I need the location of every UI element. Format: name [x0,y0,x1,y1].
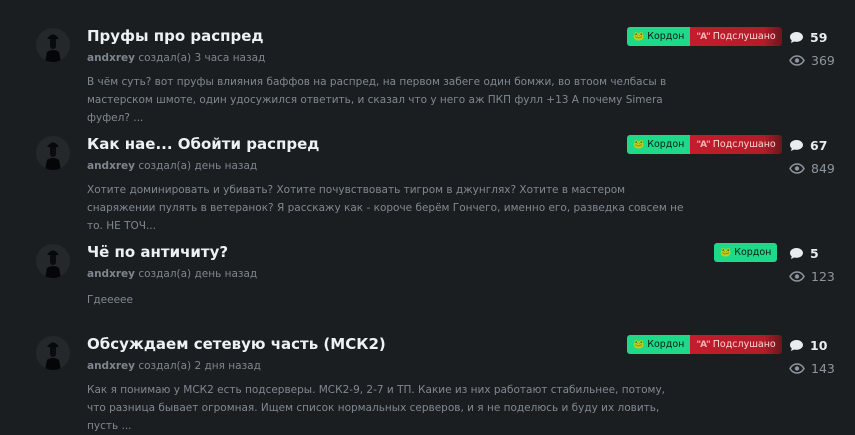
views-count: 143 [789,361,835,376]
views-count: 849 [789,161,835,176]
topic-meta: andxrey создал(а) день назад [87,160,257,172]
replies-count: 67 [789,138,827,153]
topic-excerpt: Гдеееее [87,294,133,306]
tag-label: Кордон [734,247,772,258]
topic-meta: andxrey создал(а) 3 часа назад [87,52,265,64]
topic-title[interactable]: Пруфы про распред [87,27,264,45]
speech-bubble-icon [789,339,804,352]
topic-tags: 🐸 Кордон "A" Подслушано [627,27,782,46]
tag-label: Подслушано [712,31,776,42]
topic-excerpt: Как я понимаю у МСК2 есть подсерверы. МС… [87,384,666,432]
speech-bubble-icon [789,31,804,44]
tag-kordon[interactable]: 🐸 Кордон [714,243,778,262]
topic-excerpt: В чём суть? вот пруфы влияния баффов на … [87,76,667,124]
tag-heard[interactable]: "A" Подслушано [690,135,782,154]
topic-title[interactable]: Обсуждаем сетевую часть (МСК2) [87,335,386,353]
tag-label: Кордон [647,339,685,350]
quote-icon: "A" [696,31,710,42]
topic-meta: andxrey создал(а) 2 дня назад [87,360,261,372]
topic-item: Обсуждаем сетевую часть (МСК2) andxrey с… [0,326,855,432]
eye-icon [789,163,805,174]
speech-bubble-icon [789,247,804,260]
topic-list: Пруфы про распред andxrey создал(а) 3 ча… [0,0,855,432]
tag-heard[interactable]: "A" Подслушано [690,27,782,46]
author-avatar[interactable] [36,244,70,278]
views-count: 123 [789,269,835,284]
topic-tags: 🐸 Кордон "A" Подслушано [627,135,782,154]
tag-label: Кордон [647,139,685,150]
replies-count: 5 [789,246,819,261]
tag-label: Кордон [647,31,685,42]
author-name[interactable]: andxrey [87,160,135,172]
author-avatar[interactable] [36,136,70,170]
topic-time: создал(а) 2 дня назад [138,360,261,372]
topic-item: Как нае... Обойти распред andxrey создал… [0,126,855,232]
topic-tags: 🐸 Кордон "A" Подслушано [627,335,782,354]
quote-icon: "A" [696,339,710,350]
views-value: 369 [811,53,835,68]
tag-label: Подслушано [712,339,776,350]
replies-value: 5 [810,246,819,261]
speech-bubble-icon [789,139,804,152]
topic-item: Пруфы про распред andxrey создал(а) 3 ча… [0,18,855,124]
author-avatar[interactable] [36,336,70,370]
frog-icon: 🐸 [720,247,732,258]
eye-icon [789,55,805,66]
replies-count: 59 [789,30,827,45]
views-value: 849 [811,161,835,176]
tag-label: Подслушано [712,139,776,150]
eye-icon [789,363,805,374]
replies-value: 10 [810,338,828,353]
author-name[interactable]: andxrey [87,268,135,280]
topic-meta: andxrey создал(а) день назад [87,268,257,280]
frog-icon: 🐸 [633,339,645,350]
replies-count: 10 [789,338,827,353]
frog-icon: 🐸 [633,139,645,150]
author-avatar[interactable] [36,28,70,62]
tag-kordon[interactable]: 🐸 Кордон [627,27,691,46]
replies-value: 59 [810,30,828,45]
author-name[interactable]: andxrey [87,360,135,372]
topic-title[interactable]: Чё по античиту? [87,243,228,261]
eye-icon [789,271,805,282]
frog-icon: 🐸 [633,31,645,42]
topic-tags: 🐸 Кордон [714,243,778,262]
views-value: 143 [811,361,835,376]
topic-time: создал(а) день назад [138,268,258,280]
tag-kordon[interactable]: 🐸 Кордон [627,135,691,154]
topic-title[interactable]: Как нае... Обойти распред [87,135,319,153]
topic-item: Чё по античиту? andxrey создал(а) день н… [0,234,855,334]
topic-time: создал(а) день назад [138,160,258,172]
replies-value: 67 [810,138,828,153]
views-count: 369 [789,53,835,68]
views-value: 123 [811,269,835,284]
topic-time: создал(а) 3 часа назад [138,52,266,64]
topic-excerpt: Хотите доминировать и убивать? Хотите по… [87,184,684,232]
tag-heard[interactable]: "A" Подслушано [690,335,782,354]
quote-icon: "A" [696,139,710,150]
tag-kordon[interactable]: 🐸 Кордон [627,335,691,354]
author-name[interactable]: andxrey [87,52,135,64]
